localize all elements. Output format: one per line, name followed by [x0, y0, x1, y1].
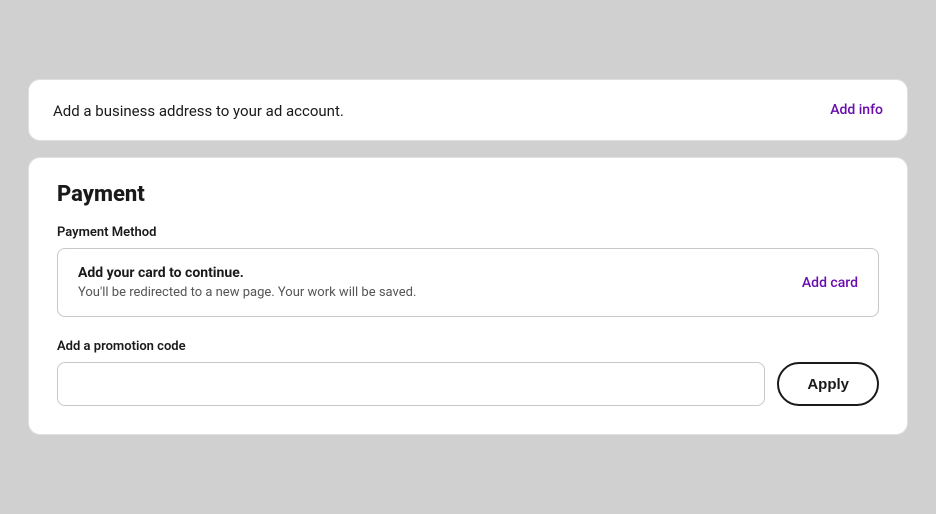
address-card: Add a business address to your ad accoun… [28, 79, 908, 141]
payment-method-subtitle: You'll be redirected to a new page. Your… [78, 285, 416, 300]
add-card-link[interactable]: Add card [802, 275, 858, 291]
page-wrapper: Add a business address to your ad accoun… [28, 79, 908, 435]
promo-label: Add a promotion code [57, 339, 879, 354]
promo-input[interactable] [57, 362, 765, 406]
add-info-link[interactable]: Add info [830, 102, 883, 118]
apply-button[interactable]: Apply [777, 362, 879, 406]
address-message: Add a business address to your ad accoun… [53, 100, 344, 120]
promo-row: Apply [57, 362, 879, 406]
payment-method-title: Add your card to continue. [78, 265, 416, 281]
payment-method-label: Payment Method [57, 225, 879, 240]
payment-method-box: Add your card to continue. You'll be red… [57, 248, 879, 317]
payment-method-info: Add your card to continue. You'll be red… [78, 265, 416, 300]
payment-title: Payment [57, 182, 879, 207]
payment-card: Payment Payment Method Add your card to … [28, 157, 908, 435]
